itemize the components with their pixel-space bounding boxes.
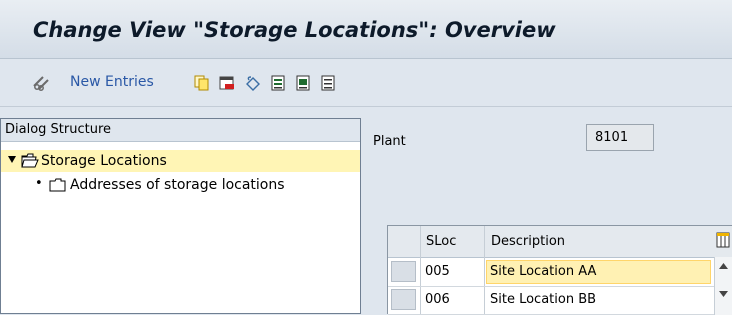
tree-item-label: Storage Locations [41, 153, 167, 169]
cell-description[interactable]: Site Location BB [490, 292, 596, 307]
storage-locations-table: SLoc Description 005 Site Location AA 00… [387, 225, 732, 315]
scroll-down-icon[interactable] [719, 291, 728, 297]
plant-label: Plant [373, 134, 406, 149]
deselect-all-icon[interactable] [321, 75, 337, 91]
row-selector[interactable] [391, 289, 416, 310]
select-all-icon[interactable] [271, 75, 287, 91]
open-folder-icon [21, 153, 39, 168]
scroll-up-icon[interactable] [719, 263, 728, 269]
copy-icon[interactable] [193, 75, 209, 91]
tree-bullet: • [35, 176, 43, 191]
title-bar: Change View "Storage Locations": Overvie… [0, 0, 732, 59]
dialog-structure-title: Dialog Structure [5, 122, 112, 137]
delete-icon[interactable] [219, 75, 235, 91]
expand-triangle-icon[interactable] [8, 156, 16, 164]
dialog-structure-header: Dialog Structure [1, 119, 360, 142]
dialog-structure-panel: Dialog Structure Storage Locations • Add… [0, 118, 361, 314]
display-change-icon[interactable] [33, 75, 49, 91]
application-toolbar: New Entries [0, 59, 732, 107]
cell-description[interactable]: Site Location AA [490, 264, 596, 279]
undo-icon[interactable] [245, 75, 261, 91]
tree-item-storage-locations[interactable]: Storage Locations [1, 150, 360, 172]
folder-icon [49, 178, 66, 192]
table-row[interactable]: 006 Site Location BB [388, 286, 732, 315]
table-settings-icon[interactable] [716, 232, 730, 248]
column-header-description[interactable]: Description [491, 234, 565, 249]
table-header-row: SLoc Description [388, 226, 732, 258]
column-header-sloc[interactable]: SLoc [426, 234, 456, 249]
cell-sloc[interactable]: 006 [425, 292, 450, 307]
row-selector[interactable] [391, 261, 416, 282]
tree-item-addresses[interactable]: • Addresses of storage locations [1, 174, 360, 196]
new-entries-button[interactable]: New Entries [70, 74, 154, 90]
vertical-scrollbar[interactable] [714, 257, 732, 315]
select-block-icon[interactable] [296, 75, 312, 91]
select-all-rows-button[interactable] [388, 226, 421, 257]
plant-field[interactable]: 8101 [586, 124, 654, 151]
plant-value: 8101 [595, 130, 629, 145]
tree-item-label: Addresses of storage locations [70, 177, 285, 193]
cell-sloc[interactable]: 005 [425, 264, 450, 279]
page-title: Change View "Storage Locations": Overvie… [33, 18, 556, 42]
table-row[interactable]: 005 Site Location AA [388, 258, 732, 287]
